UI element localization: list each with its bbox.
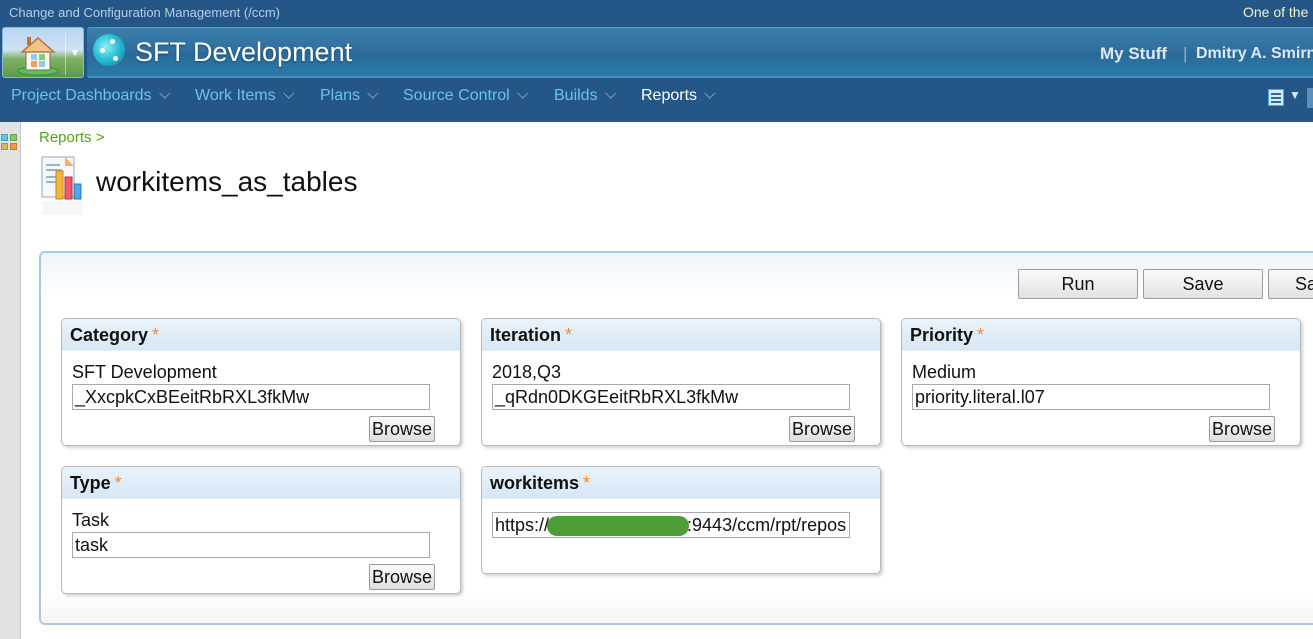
chevron-down-icon <box>158 87 171 99</box>
report-parameters-panel: Run Save Sa Category * SFT Development _X… <box>39 251 1313 625</box>
nav-label: Work Items <box>195 87 276 104</box>
main-nav: Project Dashboards Work Items Plans Sour… <box>0 79 1313 122</box>
tagline: One of the <box>1243 4 1309 20</box>
report-chart-icon <box>41 156 82 215</box>
user-menu[interactable]: Dmitry A. Smirn <box>1196 45 1313 63</box>
chevron-down-icon <box>282 87 295 99</box>
nav-builds[interactable]: Builds <box>554 87 617 105</box>
iteration-id-input[interactable]: _qRdn0DKGEeitRbRXL3fkMw <box>492 384 850 410</box>
required-marker: * <box>152 325 160 345</box>
type-browse-button[interactable]: Browse <box>369 564 435 590</box>
type-id-input[interactable]: task <box>72 532 430 558</box>
required-marker: * <box>583 473 591 493</box>
overflow-icon[interactable] <box>1307 88 1313 108</box>
my-stuff-link[interactable]: My Stuff <box>1100 44 1167 64</box>
save-as-button[interactable]: Sa <box>1268 269 1313 299</box>
parameter-display-value: 2018,Q3 <box>492 362 562 382</box>
home-divider <box>65 32 66 75</box>
parameter-header: workitems * <box>482 467 880 499</box>
parameter-header: Priority * <box>902 319 1300 351</box>
parameter-name: Priority <box>910 325 974 345</box>
left-sidebar <box>0 122 21 639</box>
home-menu-arrow-icon[interactable]: ▼ <box>70 48 80 59</box>
nav-project-dashboards[interactable]: Project Dashboards <box>11 87 171 105</box>
nav-reports[interactable]: Reports <box>641 87 716 105</box>
page-title: workitems_as_tables <box>96 166 358 197</box>
banner: ▼ SFT Development My Stuff | Dmitry A. S… <box>0 25 1313 79</box>
nav-work-items[interactable]: Work Items <box>195 87 295 105</box>
parameter-priority: Priority * Medium priority.literal.l07 Br… <box>901 318 1301 446</box>
run-button[interactable]: Run <box>1018 269 1138 299</box>
breadcrumb[interactable]: Reports > <box>39 129 104 146</box>
parameter-display-value: SFT Development <box>72 362 217 382</box>
parameter-name: Type <box>70 473 111 493</box>
category-browse-button[interactable]: Browse <box>369 416 435 442</box>
url-prefix: https:// <box>495 515 550 535</box>
project-bar: SFT Development My Stuff | Dmitry A. Smi… <box>87 27 1313 78</box>
parameter-workitems: workitems * https:// :9443/ccm/rpt/repos <box>481 466 881 574</box>
project-name[interactable]: SFT Development <box>135 37 352 68</box>
nav-label: Plans <box>320 87 361 104</box>
nav-label: Builds <box>554 87 598 104</box>
required-marker: * <box>977 325 985 345</box>
app-title: Change and Configuration Management (/cc… <box>9 5 280 20</box>
parameter-display-value: Task <box>72 510 110 530</box>
view-menu-arrow-icon[interactable]: ▼ <box>1289 88 1301 102</box>
iteration-browse-button[interactable]: Browse <box>789 416 855 442</box>
parameter-header: Type * <box>62 467 460 499</box>
nav-source-control[interactable]: Source Control <box>403 87 529 105</box>
nav-label: Source Control <box>403 87 510 104</box>
required-marker: * <box>565 325 573 345</box>
priority-browse-button[interactable]: Browse <box>1209 416 1275 442</box>
chevron-down-icon <box>516 87 529 99</box>
workitems-url-input[interactable]: https:// :9443/ccm/rpt/repos <box>492 512 850 538</box>
category-id-input[interactable]: _XxcpkCxBEeitRbRXL3fkMw <box>72 384 430 410</box>
nav-plans[interactable]: Plans <box>320 87 379 105</box>
parameter-type: Type * Task task Browse <box>61 466 461 594</box>
parameter-display-value: Medium <box>912 362 977 382</box>
view-list-icon[interactable] <box>1268 89 1284 106</box>
parameter-header: Iteration * <box>482 319 880 351</box>
banner-separator: | <box>1183 44 1188 63</box>
home-button[interactable]: ▼ <box>2 27 84 78</box>
project-area-icon <box>93 34 125 66</box>
priority-id-input[interactable]: priority.literal.l07 <box>912 384 1270 410</box>
save-button[interactable]: Save <box>1143 269 1263 299</box>
nav-label: Project Dashboards <box>11 87 152 104</box>
parameter-name: Iteration <box>490 325 562 345</box>
parameter-name: workitems <box>490 473 580 493</box>
chevron-down-icon <box>604 87 617 99</box>
parameter-iteration: Iteration * 2018,Q3 _qRdn0DKGEeitRbRXL3fk… <box>481 318 881 446</box>
mini-dashboard-icon[interactable] <box>1 134 19 152</box>
parameter-header: Category * <box>62 319 460 351</box>
nav-label: Reports <box>641 87 698 104</box>
redaction-mark <box>547 516 690 537</box>
chevron-down-icon <box>367 87 379 99</box>
parameter-category: Category * SFT Development _XxcpkCxBEeitR… <box>61 318 461 446</box>
required-marker: * <box>114 473 122 493</box>
parameter-name: Category <box>70 325 149 345</box>
home-icon <box>17 37 59 76</box>
chevron-down-icon <box>704 87 716 99</box>
url-suffix: :9443/ccm/rpt/repos <box>687 515 847 535</box>
top-strip: Change and Configuration Management (/cc… <box>0 0 1313 25</box>
